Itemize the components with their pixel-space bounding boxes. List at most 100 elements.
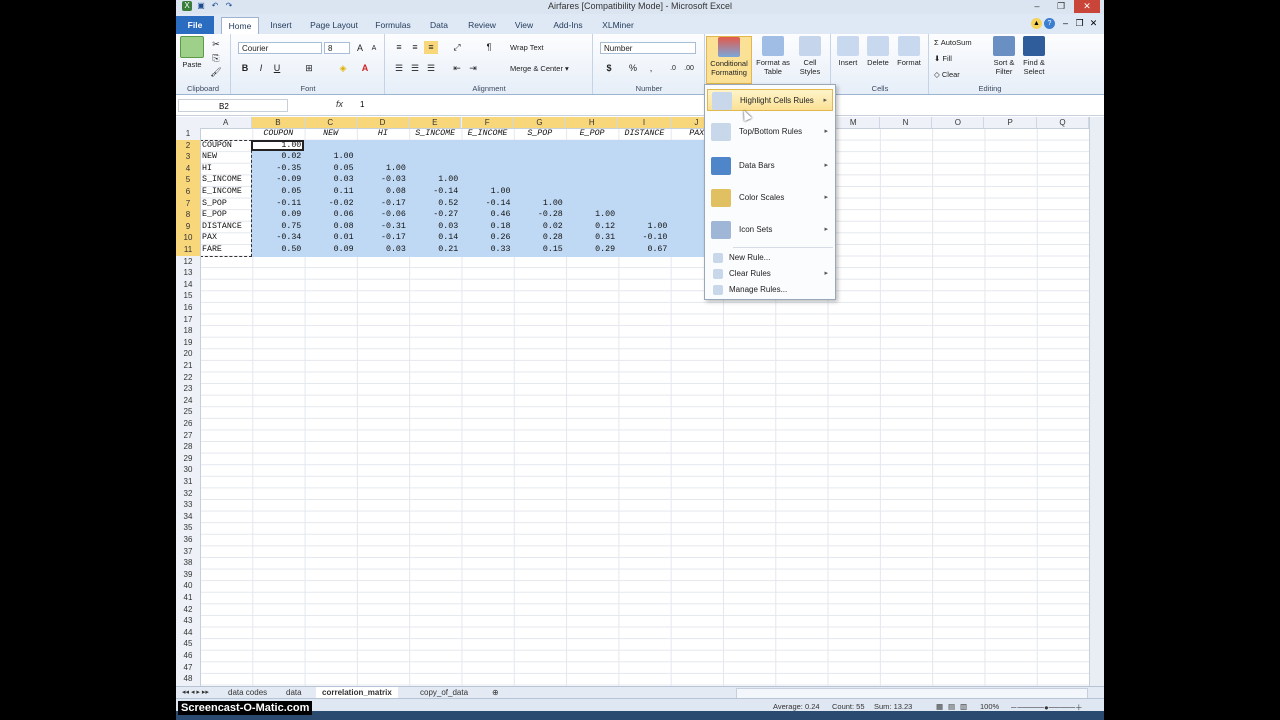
borders-icon[interactable]: ⊞ (302, 62, 316, 75)
restore-icon[interactable]: ❐ (1050, 0, 1072, 13)
menu-item[interactable]: Color Scales ▸ (707, 187, 833, 209)
merge-center-button[interactable]: Merge & Center ▾ (510, 64, 590, 73)
shrink-font-icon[interactable]: A (367, 42, 381, 55)
minimize-icon[interactable]: – (1026, 0, 1048, 13)
worksheet-grid[interactable]: ABCDEFGHIJKLMNOPQ 1234567891011121314151… (176, 117, 1089, 686)
tab-xlminer[interactable]: XLMiner (596, 17, 640, 33)
conditional-formatting-button[interactable]: Conditional Formatting (706, 36, 752, 84)
row-header[interactable]: 35 (176, 522, 200, 534)
paste-button[interactable]: Paste (180, 36, 204, 69)
row-header[interactable]: 13 (176, 267, 200, 279)
matrix-cell[interactable]: -0.14 (406, 186, 458, 198)
row-header[interactable]: 17 (176, 314, 200, 326)
matrix-cell[interactable]: -0.34 (249, 232, 301, 244)
column-header-a[interactable]: A (200, 117, 253, 128)
row-header[interactable]: 39 (176, 569, 200, 581)
font-color-icon[interactable]: A (358, 62, 372, 75)
row-label-cell[interactable]: E_INCOME (202, 186, 242, 198)
row-header[interactable]: 29 (176, 453, 200, 465)
sheet-tab[interactable]: copy_of_data (414, 687, 474, 698)
menu-item[interactable]: Data Bars ▸ (707, 155, 833, 177)
matrix-cell[interactable]: 0.05 (249, 186, 301, 198)
column-header-q[interactable]: Q (1037, 117, 1089, 128)
font-size-select[interactable]: 8 (324, 42, 350, 54)
row-header[interactable]: 21 (176, 360, 200, 372)
cell-styles-button[interactable]: Cell Styles (794, 36, 826, 76)
menu-item[interactable]: Highlight Cells Rules ▸ (707, 89, 833, 111)
row-header[interactable]: 6 (176, 186, 200, 198)
column-label-cell[interactable]: COUPON (252, 128, 304, 140)
matrix-cell[interactable]: -0.14 (459, 198, 511, 210)
matrix-cell[interactable]: 0.03 (354, 244, 406, 256)
column-label-cell[interactable]: DISTANCE (618, 128, 670, 140)
column-header-e[interactable]: E (409, 117, 462, 128)
row-header[interactable]: 24 (176, 395, 200, 407)
row-header[interactable]: 48 (176, 673, 200, 685)
column-label-cell[interactable]: E_POP (566, 128, 618, 140)
delete-cells-button[interactable]: Delete (864, 36, 892, 67)
column-header-c[interactable]: C (304, 117, 357, 128)
row-header[interactable]: 7 (176, 197, 200, 210)
column-header-g[interactable]: G (513, 117, 567, 128)
fill-button[interactable]: ⬇ Fill (934, 54, 990, 63)
align-right-icon[interactable]: ☰ (424, 62, 438, 75)
row-label-cell[interactable]: S_POP (202, 198, 227, 210)
page-break-view-icon[interactable]: ▥ (960, 702, 967, 711)
align-left-icon[interactable]: ☰ (392, 62, 406, 75)
matrix-cell[interactable]: -0.17 (354, 232, 406, 244)
matrix-cell[interactable]: -0.09 (249, 174, 301, 186)
matrix-cell[interactable]: 0.02 (511, 221, 563, 233)
percent-button[interactable]: % (626, 62, 640, 75)
rtl-icon[interactable]: ¶ (482, 41, 496, 54)
row-header[interactable]: 46 (176, 650, 200, 662)
column-header-i[interactable]: I (618, 117, 671, 128)
sheet-nav-icon[interactable]: ◂◂ ◂ ▸ ▸▸ (176, 687, 215, 698)
column-header-h[interactable]: H (566, 117, 619, 128)
align-middle-icon[interactable]: ≡ (408, 41, 422, 54)
matrix-cell[interactable]: 0.52 (406, 198, 458, 210)
matrix-cell[interactable]: 0.28 (511, 232, 563, 244)
row-header[interactable]: 43 (176, 615, 200, 627)
sheet-tab[interactable]: data codes (222, 687, 273, 698)
row-header[interactable]: 40 (176, 580, 200, 592)
close-icon[interactable]: ✕ (1074, 0, 1100, 13)
row-header[interactable]: 22 (176, 372, 200, 384)
matrix-cell[interactable]: 0.03 (302, 174, 354, 186)
formula-input[interactable]: 1 (360, 100, 364, 109)
column-header-b[interactable]: B (252, 117, 305, 128)
format-cells-button[interactable]: Format (894, 36, 924, 67)
matrix-cell[interactable]: 1.00 (459, 186, 511, 198)
column-header-p[interactable]: P (985, 117, 1037, 128)
row-header[interactable]: 8 (176, 209, 200, 221)
row-header[interactable]: 9 (176, 220, 200, 233)
sheet-tab[interactable]: correlation_matrix (316, 687, 398, 698)
matrix-cell[interactable]: 0.21 (406, 244, 458, 256)
row-header[interactable]: 47 (176, 662, 200, 674)
copy-icon[interactable]: ⎘ (209, 52, 223, 65)
row-header[interactable]: 12 (176, 256, 200, 268)
column-label-cell[interactable]: NEW (305, 128, 357, 140)
row-label-cell[interactable]: E_POP (202, 209, 227, 221)
column-header-f[interactable]: F (461, 117, 514, 128)
name-box[interactable]: B2 (178, 99, 288, 112)
matrix-cell[interactable]: 0.11 (302, 186, 354, 198)
matrix-cell[interactable]: -0.28 (511, 209, 563, 221)
row-header[interactable]: 19 (176, 337, 200, 349)
row-header[interactable]: 28 (176, 441, 200, 453)
doc-close-icon[interactable]: ✕ (1088, 18, 1099, 29)
column-label-cell[interactable]: E_INCOME (462, 128, 514, 140)
cut-icon[interactable]: ✂ (209, 38, 223, 51)
row-header[interactable]: 2 (176, 139, 200, 152)
column-label-cell[interactable]: S_POP (514, 128, 566, 140)
matrix-cell[interactable]: -0.11 (249, 198, 301, 210)
vertical-scrollbar[interactable] (1089, 117, 1104, 686)
row-header[interactable]: 33 (176, 499, 200, 511)
number-format-select[interactable]: Number (600, 42, 696, 54)
page-layout-view-icon[interactable]: ▤ (948, 702, 955, 711)
currency-button[interactable]: $ (602, 62, 616, 75)
row-header[interactable]: 34 (176, 511, 200, 523)
wrap-text-button[interactable]: Wrap Text (510, 43, 570, 52)
bold-button[interactable]: B (238, 62, 252, 75)
row-header[interactable]: 45 (176, 638, 200, 650)
column-label-cell[interactable]: HI (357, 128, 409, 140)
